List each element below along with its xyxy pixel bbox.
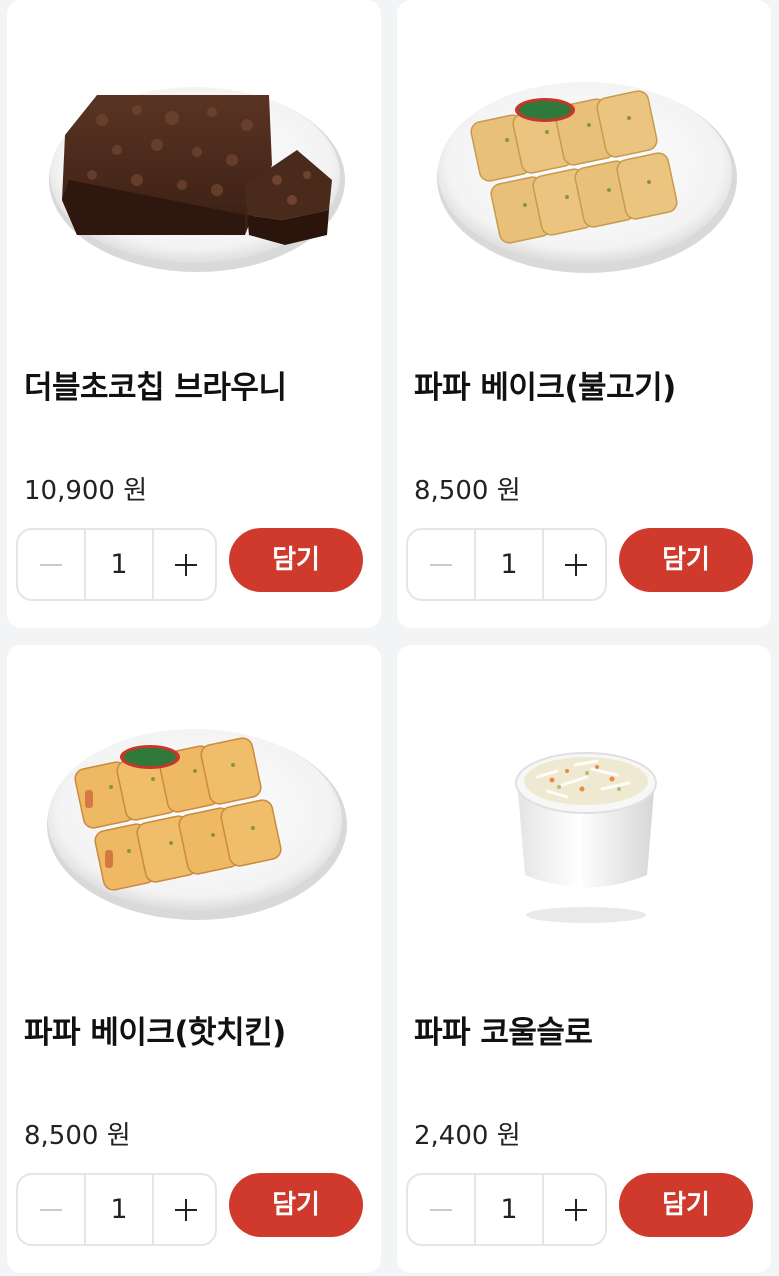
add-to-cart-button[interactable]: 담기 bbox=[229, 528, 363, 592]
product-name[interactable]: 파파 베이크(불고기) bbox=[414, 362, 676, 407]
quantity-stepper: 1 bbox=[16, 528, 217, 601]
minus-icon bbox=[430, 563, 452, 566]
plus-icon bbox=[564, 553, 587, 576]
decrease-quantity-button[interactable] bbox=[18, 530, 84, 599]
quantity-value: 1 bbox=[474, 530, 544, 599]
product-image[interactable] bbox=[7, 685, 381, 945]
plus-icon bbox=[564, 1198, 587, 1221]
quantity-value: 1 bbox=[474, 1175, 544, 1244]
increase-quantity-button[interactable] bbox=[154, 1175, 217, 1244]
quantity-stepper: 1 bbox=[16, 1173, 217, 1246]
product-card[interactable]: 더블초코칩 브라우니 10,900 원 1 담기 bbox=[7, 0, 381, 628]
product-image[interactable] bbox=[7, 40, 381, 300]
quantity-value: 1 bbox=[84, 530, 154, 599]
increase-quantity-button[interactable] bbox=[544, 1175, 607, 1244]
decrease-quantity-button[interactable] bbox=[408, 530, 474, 599]
product-name[interactable]: 파파 코울슬로 bbox=[414, 1007, 593, 1052]
product-price: 8,500 원 bbox=[24, 1121, 131, 1151]
add-to-cart-button[interactable]: 담기 bbox=[619, 1173, 753, 1237]
decrease-quantity-button[interactable] bbox=[408, 1175, 474, 1244]
product-price: 8,500 원 bbox=[414, 476, 521, 506]
decrease-quantity-button[interactable] bbox=[18, 1175, 84, 1244]
product-price: 10,900 원 bbox=[24, 476, 148, 506]
product-card[interactable]: 파파 코울슬로 2,400 원 1 담기 bbox=[397, 645, 771, 1273]
quantity-stepper: 1 bbox=[406, 1173, 607, 1246]
plus-icon bbox=[174, 1198, 197, 1221]
minus-icon bbox=[40, 563, 62, 566]
papa-bake-bulgogi-plate-image bbox=[437, 82, 737, 273]
product-card[interactable]: 파파 베이크(핫치킨) 8,500 원 1 담기 bbox=[7, 645, 381, 1273]
product-name[interactable]: 더블초코칩 브라우니 bbox=[24, 362, 287, 407]
quantity-stepper: 1 bbox=[406, 528, 607, 601]
minus-icon bbox=[430, 1208, 452, 1211]
product-card[interactable]: 파파 베이크(불고기) 8,500 원 1 담기 bbox=[397, 0, 771, 628]
product-image[interactable] bbox=[397, 40, 771, 300]
add-to-cart-button[interactable]: 담기 bbox=[229, 1173, 363, 1237]
increase-quantity-button[interactable] bbox=[544, 530, 607, 599]
product-name[interactable]: 파파 베이크(핫치킨) bbox=[24, 1007, 286, 1052]
quantity-value: 1 bbox=[84, 1175, 154, 1244]
add-to-cart-button[interactable]: 담기 bbox=[619, 528, 753, 592]
increase-quantity-button[interactable] bbox=[154, 530, 217, 599]
papa-bake-hot-chicken-plate-image bbox=[47, 729, 347, 920]
product-price: 2,400 원 bbox=[414, 1121, 521, 1151]
product-image[interactable] bbox=[397, 685, 771, 945]
brownie-plate-image bbox=[49, 87, 345, 272]
product-grid: 더블초코칩 브라우니 10,900 원 1 담기 파파 베이크(불고기) 8,5… bbox=[0, 0, 779, 1276]
coleslaw-cup-image bbox=[515, 752, 657, 923]
minus-icon bbox=[40, 1208, 62, 1211]
plus-icon bbox=[174, 553, 197, 576]
